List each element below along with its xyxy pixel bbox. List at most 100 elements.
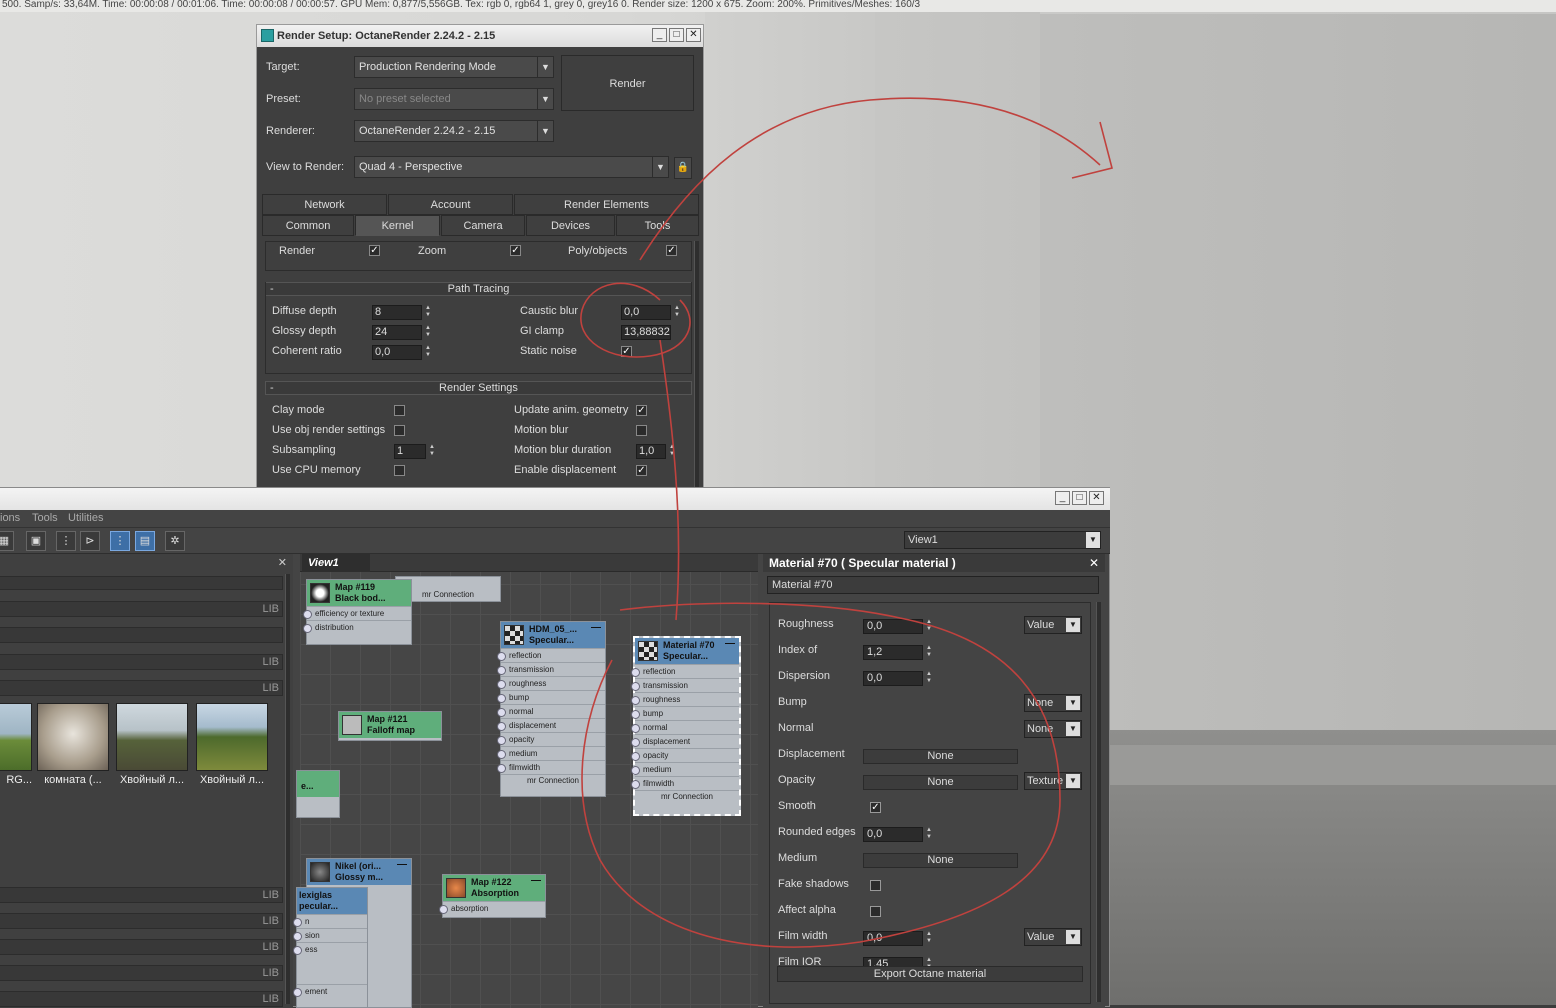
material-editor-scrollbar[interactable]	[1096, 602, 1101, 1002]
lock-icon[interactable]: 🔒	[674, 157, 692, 179]
obj-render-settings-checkbox[interactable]	[394, 425, 405, 436]
node-slot[interactable]: sion	[293, 928, 367, 942]
spinner-icon[interactable]: ▲▼	[924, 827, 934, 842]
menu-options[interactable]: ions	[0, 512, 20, 524]
tab-network[interactable]: Network	[262, 194, 387, 215]
displacement-checkbox[interactable]: ✓	[636, 465, 647, 476]
tab-render-elements[interactable]: Render Elements	[514, 194, 699, 215]
clay-mode-checkbox[interactable]	[394, 405, 405, 416]
node-slot[interactable]: displacement	[497, 718, 605, 732]
spinner-icon[interactable]: ▲▼	[672, 305, 682, 320]
render-setup-scrollbar[interactable]	[694, 241, 699, 487]
node-slot[interactable]: opacity	[631, 748, 739, 762]
hdri-thumbnail[interactable]: комната (...	[37, 703, 109, 789]
affect-alpha-checkbox[interactable]	[870, 906, 881, 917]
static-noise-checkbox[interactable]: ✓	[621, 346, 632, 357]
layout-icon[interactable]: ⋮	[56, 531, 76, 551]
node-slot[interactable]: absorption	[439, 901, 545, 915]
node-slot[interactable]: normal	[497, 704, 605, 718]
zoom-checkbox[interactable]: ✓	[510, 245, 521, 256]
rounded-edges-input[interactable]: 0,0 ▲ ▼	[863, 827, 932, 842]
bump-mode-select[interactable]: None ▼	[1024, 694, 1082, 712]
show-map-icon[interactable]: ⋮	[110, 531, 130, 551]
roughness-mode-select[interactable]: Value ▼	[1024, 616, 1082, 634]
diffuse-depth-input[interactable]: 8 ▲ ▼	[372, 305, 431, 320]
render-checkbox[interactable]: ✓	[369, 245, 380, 256]
close-icon[interactable]: ✕	[1089, 491, 1104, 505]
node-slot[interactable]: filmwidth	[631, 776, 739, 790]
collapse-icon[interactable]: —	[531, 875, 541, 886]
hdm-specular-node[interactable]: — HDM_05_... Specular... reflection transm…	[497, 621, 606, 797]
node-slot[interactable]: medium	[497, 746, 605, 760]
node-slot[interactable]: roughness	[497, 676, 605, 690]
map121-node[interactable]: Map #121 Falloff map	[338, 711, 442, 741]
roughness-input[interactable]: 0,0 ▲ ▼	[863, 619, 932, 634]
minimize-icon[interactable]: _	[1055, 491, 1070, 505]
spinner-icon[interactable]: ▲▼	[924, 619, 934, 634]
ior-input[interactable]: 1,2 ▲ ▼	[863, 645, 932, 660]
dispersion-input[interactable]: 0,0 ▲ ▼	[863, 671, 932, 686]
browser-search[interactable]	[0, 576, 283, 590]
library-row[interactable]: LIB	[0, 913, 283, 929]
node-slot[interactable]: ess	[293, 942, 367, 956]
node-slot[interactable]: opacity	[497, 732, 605, 746]
spinner-icon[interactable]: ▲▼	[423, 305, 433, 320]
cpu-memory-checkbox[interactable]	[394, 465, 405, 476]
node-slot[interactable]: reflection	[497, 648, 605, 662]
node-slot[interactable]: distribution	[303, 620, 411, 634]
node-view[interactable]: View1 mr Connection Map #119 Black bod...…	[293, 554, 758, 1008]
preset-select[interactable]: No preset selected ▼	[354, 88, 554, 110]
smooth-checkbox[interactable]: ✓	[870, 802, 881, 813]
displacement-map-button[interactable]: None	[863, 749, 1018, 764]
node-slot[interactable]: filmwidth	[497, 760, 605, 774]
spinner-icon[interactable]: ▲▼	[427, 444, 437, 459]
node-slot[interactable]: bump	[631, 706, 739, 720]
library-row[interactable]: LIB	[0, 680, 283, 696]
node-slot[interactable]: displacement	[631, 734, 739, 748]
node-slot[interactable]: normal	[631, 720, 739, 734]
material-name-field[interactable]: Material #70	[767, 576, 1099, 594]
arrange-icon[interactable]: ⊳	[80, 531, 100, 551]
hdri-thumbnail[interactable]: Хвойный л...	[196, 703, 268, 789]
node-slot[interactable]: ement	[293, 984, 367, 998]
gi-clamp-input[interactable]: 13,88832	[621, 325, 671, 340]
node-slot[interactable]: efficiency or texture	[303, 606, 411, 620]
view1-tab[interactable]: View1	[302, 554, 370, 572]
node-slot[interactable]: reflection	[631, 664, 739, 678]
checker-icon[interactable]: ▦	[0, 531, 14, 551]
opacity-map-button[interactable]: None	[863, 775, 1018, 790]
motion-blur-duration-input[interactable]: 1,0 ▲ ▼	[636, 444, 675, 459]
tab-devices[interactable]: Devices	[526, 215, 615, 236]
render-settings-rollout-header[interactable]: - Render Settings	[265, 381, 692, 395]
maximize-icon[interactable]: □	[1072, 491, 1087, 505]
update-anim-checkbox[interactable]: ✓	[636, 405, 647, 416]
tab-tools[interactable]: Tools	[616, 215, 699, 236]
plexiglas-node[interactable]: lexiglas pecular... n sion ess ement	[293, 887, 368, 1008]
opacity-mode-select[interactable]: Texture ▼	[1024, 772, 1082, 790]
view-select[interactable]: View1 ▼	[904, 531, 1101, 549]
export-octane-material-button[interactable]: Export Octane material	[777, 966, 1083, 982]
node-slot[interactable]: roughness	[631, 692, 739, 706]
library-row[interactable]: LIB	[0, 939, 283, 955]
poly-checkbox[interactable]: ✓	[666, 245, 677, 256]
collapse-icon[interactable]: —	[397, 859, 407, 870]
close-icon[interactable]: ✕	[278, 556, 287, 569]
node-slot[interactable]: transmission	[631, 678, 739, 692]
close-icon[interactable]: ✕	[686, 28, 701, 42]
library-row[interactable]: LIB	[0, 965, 283, 981]
hdri-thumbnail[interactable]: Хвойный л...	[116, 703, 188, 789]
options-icon[interactable]: ✲	[165, 531, 185, 551]
tab-kernel[interactable]: Kernel	[355, 215, 440, 236]
node-slot[interactable]: transmission	[497, 662, 605, 676]
preview-icon[interactable]: ▣	[26, 531, 46, 551]
hdri-thumbnail[interactable]: RG...	[0, 703, 32, 789]
menu-utilities[interactable]: Utilities	[68, 512, 103, 524]
collapse-icon[interactable]: —	[591, 622, 601, 633]
browser-scrollbar[interactable]	[285, 574, 290, 1004]
motion-blur-checkbox[interactable]	[636, 425, 647, 436]
library-row[interactable]: LIB	[0, 654, 283, 670]
coherent-ratio-input[interactable]: 0,0 ▲ ▼	[372, 345, 431, 360]
spinner-icon[interactable]: ▲▼	[667, 444, 677, 459]
material70-node[interactable]: — Material #70 Specular... reflection tran…	[631, 636, 741, 816]
spinner-icon[interactable]: ▲▼	[924, 931, 934, 946]
